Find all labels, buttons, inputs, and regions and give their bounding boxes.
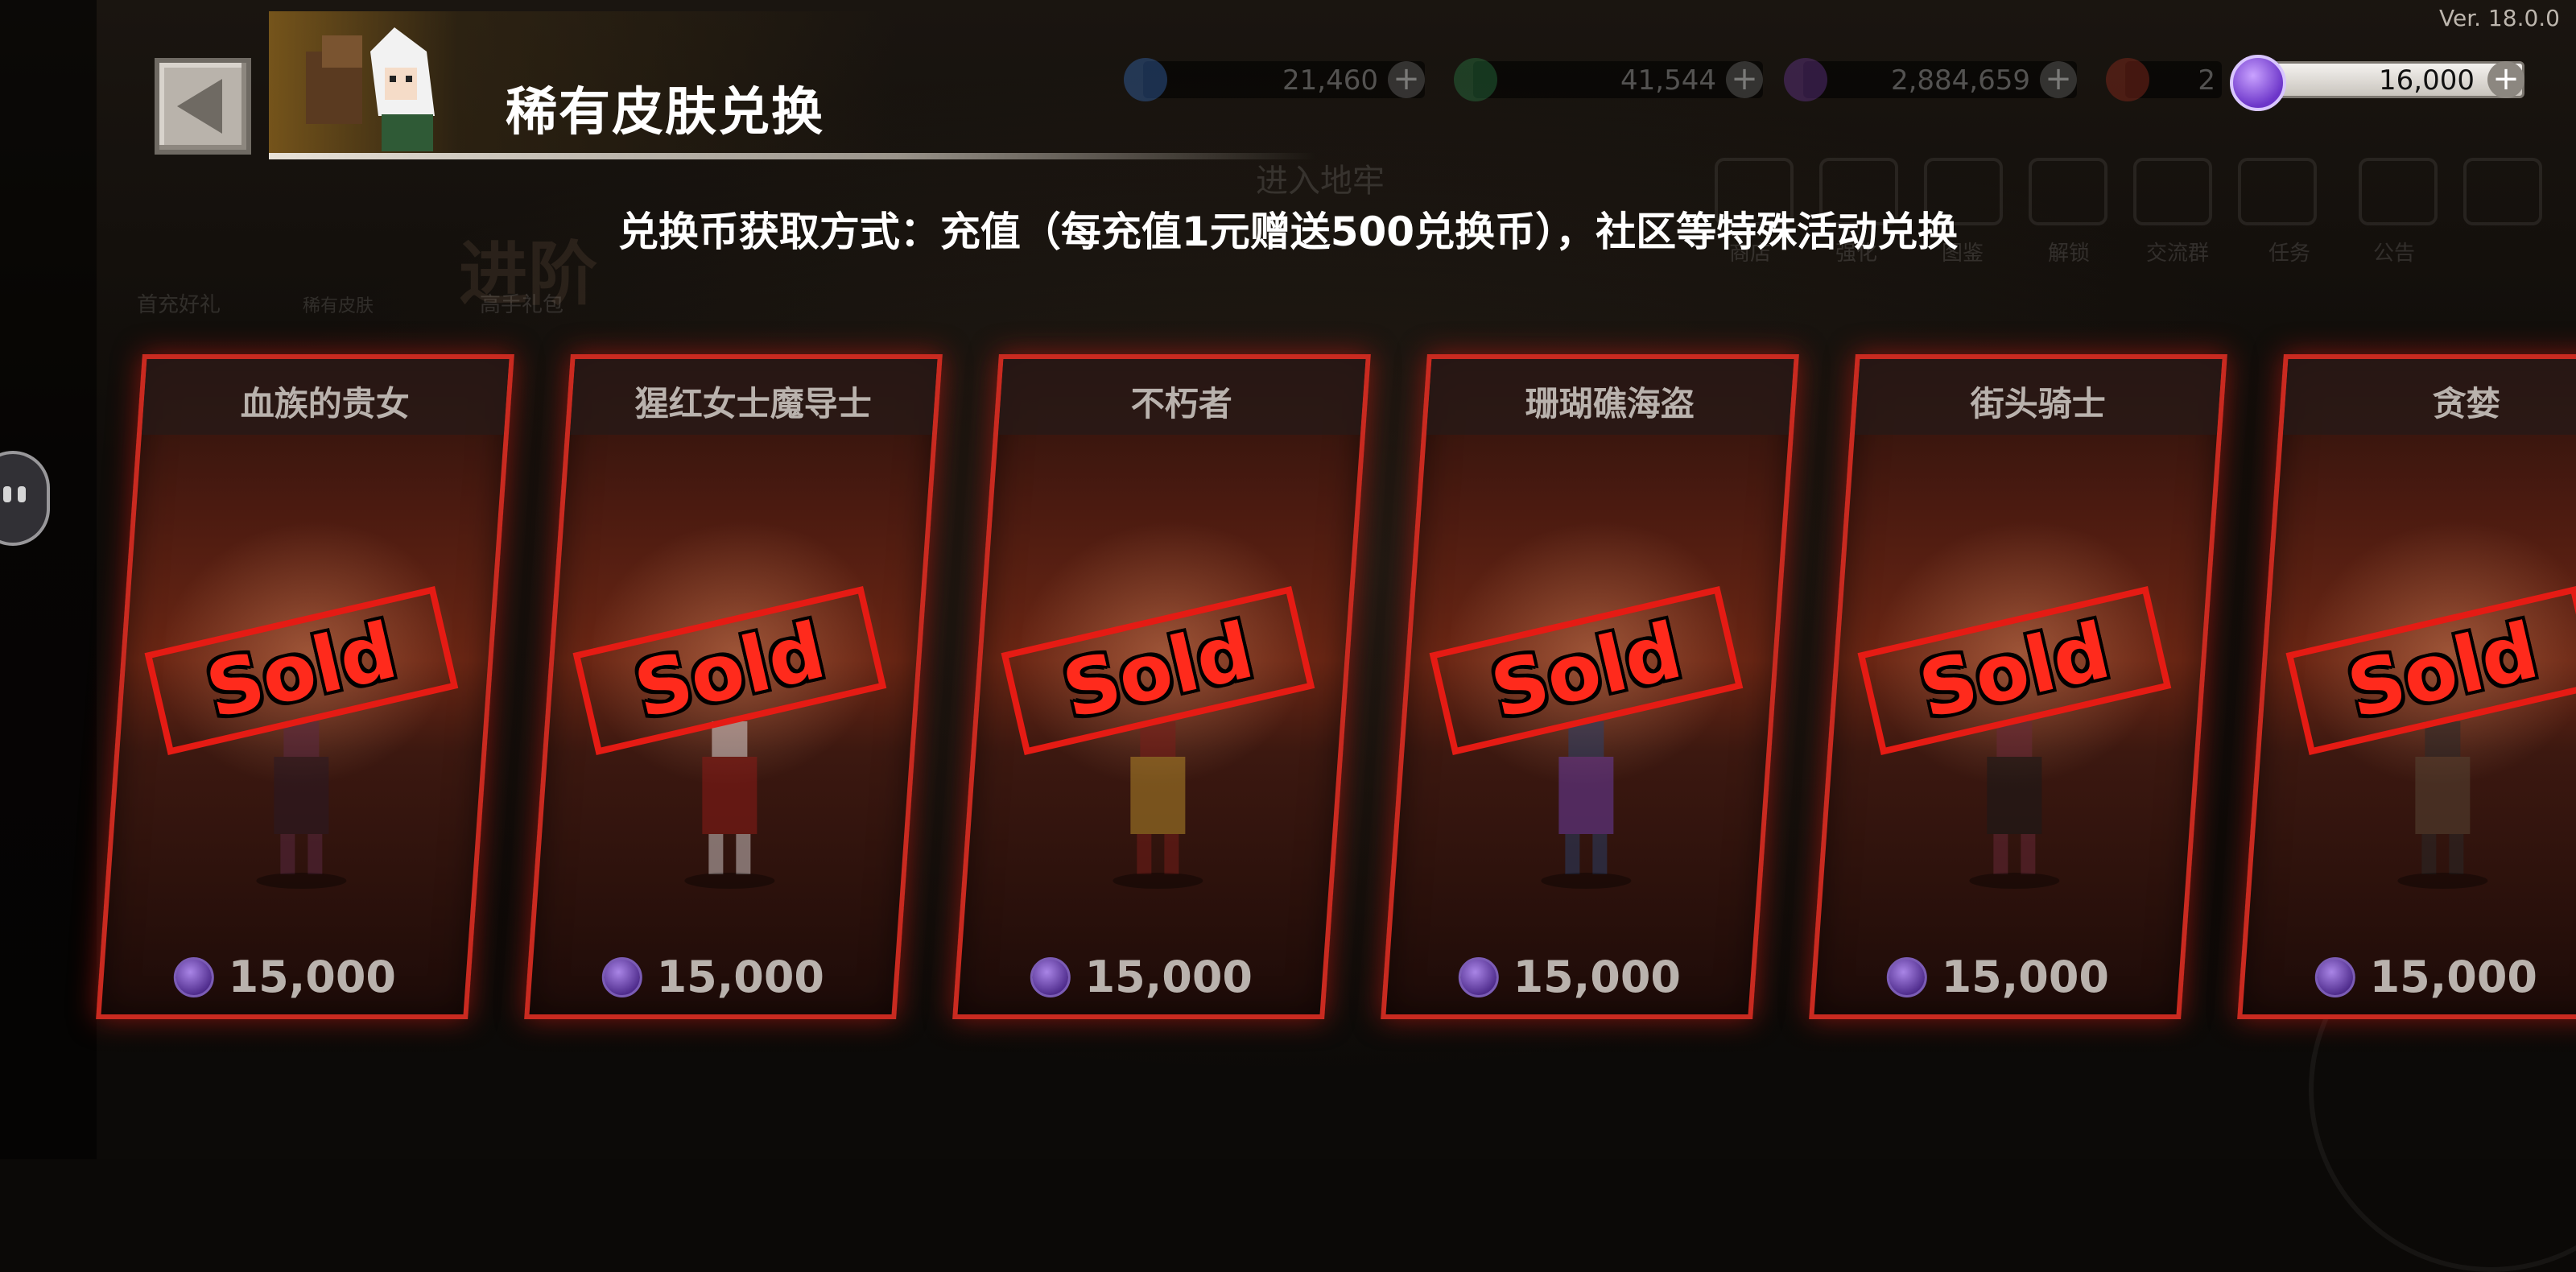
price-row: 15,000 bbox=[532, 952, 894, 1002]
price-row: 15,000 bbox=[1389, 952, 1751, 1002]
bg-label: 首充好礼 bbox=[137, 293, 221, 317]
currency-green-gem: 41,544 + bbox=[1454, 58, 1763, 101]
skin-card[interactable]: 血族的贵女 Sold 15,000 bbox=[96, 354, 514, 1019]
price-row: 15,000 bbox=[960, 952, 1323, 1002]
skin-card[interactable]: 猩红女士魔导士 Sold 15,000 bbox=[524, 354, 943, 1019]
price-amount: 15,000 bbox=[656, 952, 824, 1002]
currency-value: 21,460 bbox=[1282, 64, 1378, 97]
price-row: 15,000 bbox=[1817, 952, 2179, 1002]
skin-card[interactable]: 贪婪 Sold 15,000 bbox=[2237, 354, 2576, 1019]
diamond-icon bbox=[1124, 58, 1167, 101]
skin-name: 不朽者 bbox=[1130, 384, 1232, 423]
character-avatar-icon bbox=[306, 27, 435, 151]
title-underline bbox=[269, 153, 1315, 159]
currency-purple-crystal: 2,884,659 + bbox=[1784, 58, 2077, 101]
currency-value: 2,884,659 bbox=[1890, 64, 2030, 97]
skin-card[interactable]: 街头骑士 Sold 15,000 bbox=[1809, 354, 2227, 1019]
left-shade bbox=[0, 0, 97, 1159]
exchange-coin-icon bbox=[1030, 956, 1071, 997]
price-amount: 15,000 bbox=[1084, 952, 1253, 1002]
bg-label: 进入地牢 bbox=[1256, 163, 1385, 200]
exchange-coin-icon bbox=[601, 956, 642, 997]
currency-exchange-coin: 16,000 + bbox=[2230, 55, 2524, 111]
add-purple-crystal-button[interactable]: + bbox=[2040, 61, 2077, 98]
price-row: 15,000 bbox=[2245, 952, 2576, 1002]
price-amount: 15,000 bbox=[228, 952, 396, 1002]
exchange-coin-icon bbox=[1458, 956, 1499, 997]
skin-name: 珊瑚礁海盗 bbox=[1525, 384, 1695, 423]
exchange-coin-icon bbox=[173, 956, 214, 997]
back-button[interactable] bbox=[155, 58, 251, 155]
add-green-gem-button[interactable]: + bbox=[1726, 61, 1763, 98]
exchange-coin-icon bbox=[2314, 956, 2355, 997]
skin-name: 街头骑士 bbox=[1970, 384, 2106, 423]
currency-diamond: 21,460 + bbox=[1124, 58, 1425, 101]
exchange-coin-icon bbox=[1886, 956, 1927, 997]
skin-name: 猩红女士魔导士 bbox=[634, 384, 872, 423]
page-title: 稀有皮肤兑换 bbox=[506, 83, 824, 142]
skin-name: 贪婪 bbox=[2432, 384, 2500, 423]
green-gem-icon bbox=[1454, 58, 1497, 101]
bg-label: 稀有皮肤 bbox=[303, 296, 374, 316]
skin-card[interactable]: 不朽者 Sold 15,000 bbox=[952, 354, 1371, 1019]
currency-red-item: 2 bbox=[2106, 58, 2222, 101]
add-diamond-button[interactable]: + bbox=[1388, 61, 1425, 98]
price-row: 15,000 bbox=[104, 952, 466, 1002]
currency-value: 2 bbox=[2198, 64, 2215, 97]
currency-value: 16,000 bbox=[2379, 64, 2475, 97]
add-exchange-coin-button[interactable]: + bbox=[2487, 61, 2524, 98]
back-arrow-icon bbox=[177, 79, 222, 134]
skin-card[interactable]: 珊瑚礁海盗 Sold 15,000 bbox=[1381, 354, 1799, 1019]
purple-crystal-icon bbox=[1784, 58, 1827, 101]
currency-value: 41,544 bbox=[1620, 64, 1716, 97]
exchange-coin-icon bbox=[2230, 55, 2286, 111]
exchange-info-text: 兑换币获取方式：充值（每充值1元赠送500兑换币），社区等特殊活动兑换 bbox=[617, 209, 1959, 255]
skin-name: 血族的贵女 bbox=[240, 384, 410, 423]
version-label: Ver. 18.0.0 bbox=[2438, 5, 2560, 31]
price-amount: 15,000 bbox=[1513, 952, 1681, 1002]
price-amount: 15,000 bbox=[1941, 952, 2109, 1002]
price-amount: 15,000 bbox=[2369, 952, 2537, 1002]
red-orb-icon bbox=[2106, 58, 2149, 101]
